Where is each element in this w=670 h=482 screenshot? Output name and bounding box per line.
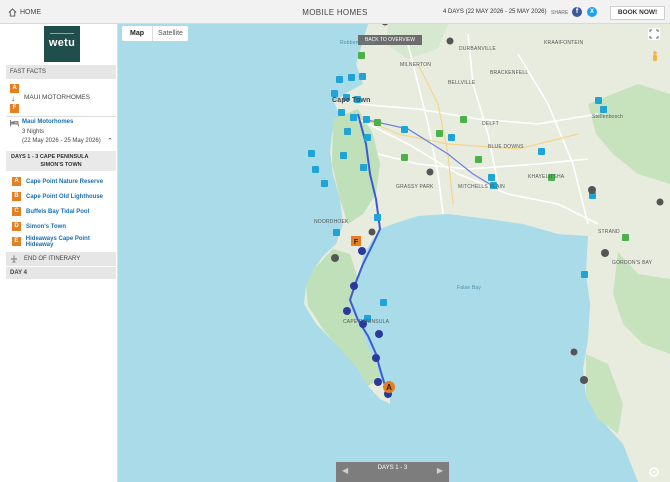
map-label: MILNERTON [400, 62, 432, 68]
svg-text:F: F [354, 239, 359, 246]
stop-pin: B [12, 192, 21, 201]
x-icon[interactable]: X [587, 7, 597, 17]
pin-f: F [10, 104, 19, 113]
map-label: CAPE PENINSULA [343, 319, 390, 325]
day-block-header[interactable]: DAYS 1 - 3 CAPE PENINSULA SIMON'S TOWN [6, 151, 116, 171]
chevron-up-icon[interactable]: ⌃ [107, 137, 113, 145]
fullscreen-icon[interactable] [648, 28, 660, 40]
share-label: SHARE [551, 10, 569, 16]
stop-item[interactable]: E Hideaways Cape Point Hideaway [12, 235, 117, 248]
facebook-icon[interactable]: f [572, 7, 582, 17]
map-label: BLUE DOWNS [488, 144, 524, 150]
route-label: MAUI MOTORHOMES [24, 94, 90, 101]
stop-label: Hideaways Cape Point Hideaway [25, 235, 90, 248]
map-label: MITCHELLS PLAIN [458, 184, 505, 190]
itinerary-sidebar: wetu FAST FACTS A ↓ MAUI MOTORHOMES F Ma… [0, 24, 118, 482]
stop-label: Cape Point Old Lighthouse [26, 193, 103, 200]
street-view-pegman-icon[interactable] [651, 51, 659, 63]
map-label: DURBANVILLE [459, 46, 496, 52]
day-navigator: ◀ DAYS 1 - 3 ▶ [336, 462, 449, 482]
accommodation-nights: 3 Nights [22, 129, 45, 135]
map-label: KRAAIFONTEIN [544, 40, 584, 46]
map-label: DELFT [482, 121, 499, 127]
stop-item[interactable]: B Cape Point Old Lighthouse [12, 191, 103, 202]
next-day-arrow-icon[interactable]: ▶ [437, 466, 443, 475]
stop-pin: D [12, 222, 21, 231]
wetu-logo: wetu [44, 26, 80, 62]
map-canvas[interactable]: A F [118, 24, 670, 482]
day-4-header[interactable]: DAY 4 [6, 267, 116, 279]
accommodation-dates: (22 May 2026 - 25 May 2026) [22, 138, 101, 144]
divider [6, 116, 116, 117]
fast-facts-header[interactable]: FAST FACTS [6, 65, 116, 79]
end-of-itinerary[interactable]: END OF ITINERARY [6, 252, 116, 266]
stop-label: Buffels Bay Tidal Pool [26, 208, 90, 215]
day-navigator-label: DAYS 1 - 3 [377, 465, 408, 471]
map-label: GRASSY PARK [396, 184, 434, 190]
tab-map[interactable]: Map [122, 26, 152, 41]
map-view[interactable]: A F Map Satellite BACK TO OVERVIEW DURBA… [118, 24, 670, 482]
map-label: BELLVILLE [448, 80, 476, 86]
map-label: BRACKENFELL [490, 70, 529, 76]
svg-text:A: A [386, 383, 392, 392]
top-bar: HOME MOBILE HOMES 4 DAYS (22 MAY 2026 - … [0, 0, 670, 24]
tab-satellite[interactable]: Satellite [152, 26, 188, 41]
trip-dates: 4 DAYS (22 MAY 2026 - 25 MAY 2026) [443, 9, 547, 15]
map-label: NOORDHOEK [314, 219, 349, 225]
stop-pin: E [12, 237, 21, 246]
map-settings-icon[interactable] [648, 466, 660, 478]
stop-item[interactable]: D Simon's Town [12, 221, 66, 232]
accommodation-link[interactable]: Maui Motorhomes [22, 119, 73, 125]
plane-icon [11, 255, 17, 263]
bed-icon [10, 120, 19, 127]
stop-label: Cape Point Nature Reserve [26, 178, 104, 185]
arrow-down-icon: ↓ [11, 94, 15, 103]
home-link[interactable]: HOME [8, 8, 41, 17]
map-label: Cape Town [332, 97, 371, 104]
stop-pin: C [12, 207, 21, 216]
stop-item[interactable]: C Buffels Bay Tidal Pool [12, 206, 89, 217]
stop-item[interactable]: A Cape Point Nature Reserve [12, 176, 103, 187]
page-title: MOBILE HOMES [302, 8, 368, 17]
book-now-button[interactable]: BOOK NOW! [610, 6, 665, 20]
map-label: Robben Island [340, 40, 375, 46]
map-label: KHAYELITSHA [528, 174, 565, 180]
stop-pin: A [12, 177, 21, 186]
stop-label: Simon's Town [26, 223, 66, 230]
map-label: GORDON'S BAY [612, 260, 653, 266]
home-label: HOME [20, 9, 41, 16]
map-label: False Bay [457, 285, 482, 291]
home-icon [8, 8, 17, 17]
pin-a: A [10, 84, 19, 93]
map-label: Stellenbosch [592, 114, 624, 120]
map-label: STRAND [598, 229, 620, 235]
